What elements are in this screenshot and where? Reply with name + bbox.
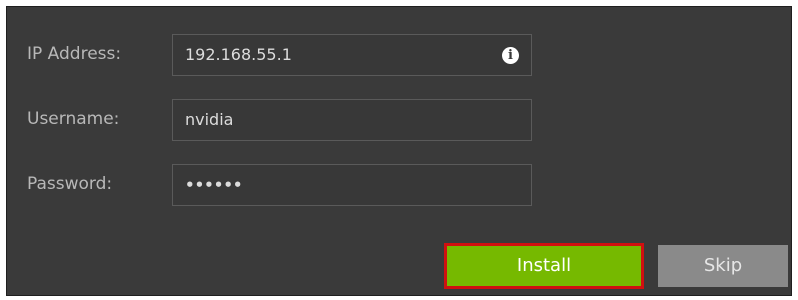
password-label: Password: [27,174,113,194]
install-button[interactable]: Install [444,243,644,289]
username-value: nvidia [185,110,234,129]
ip-address-value: 192.168.55.1 [185,45,292,64]
ip-address-label: IP Address: [27,44,122,64]
password-input[interactable]: •••••• [172,164,532,206]
username-input[interactable]: nvidia [172,99,532,141]
info-icon[interactable]: i [502,47,519,64]
skip-button[interactable]: Skip [658,245,788,287]
ip-address-input[interactable]: 192.168.55.1 i [172,34,532,76]
install-dialog: IP Address: 192.168.55.1 i Username: nvi… [6,6,792,296]
username-label: Username: [27,109,120,129]
password-value: •••••• [185,176,243,194]
